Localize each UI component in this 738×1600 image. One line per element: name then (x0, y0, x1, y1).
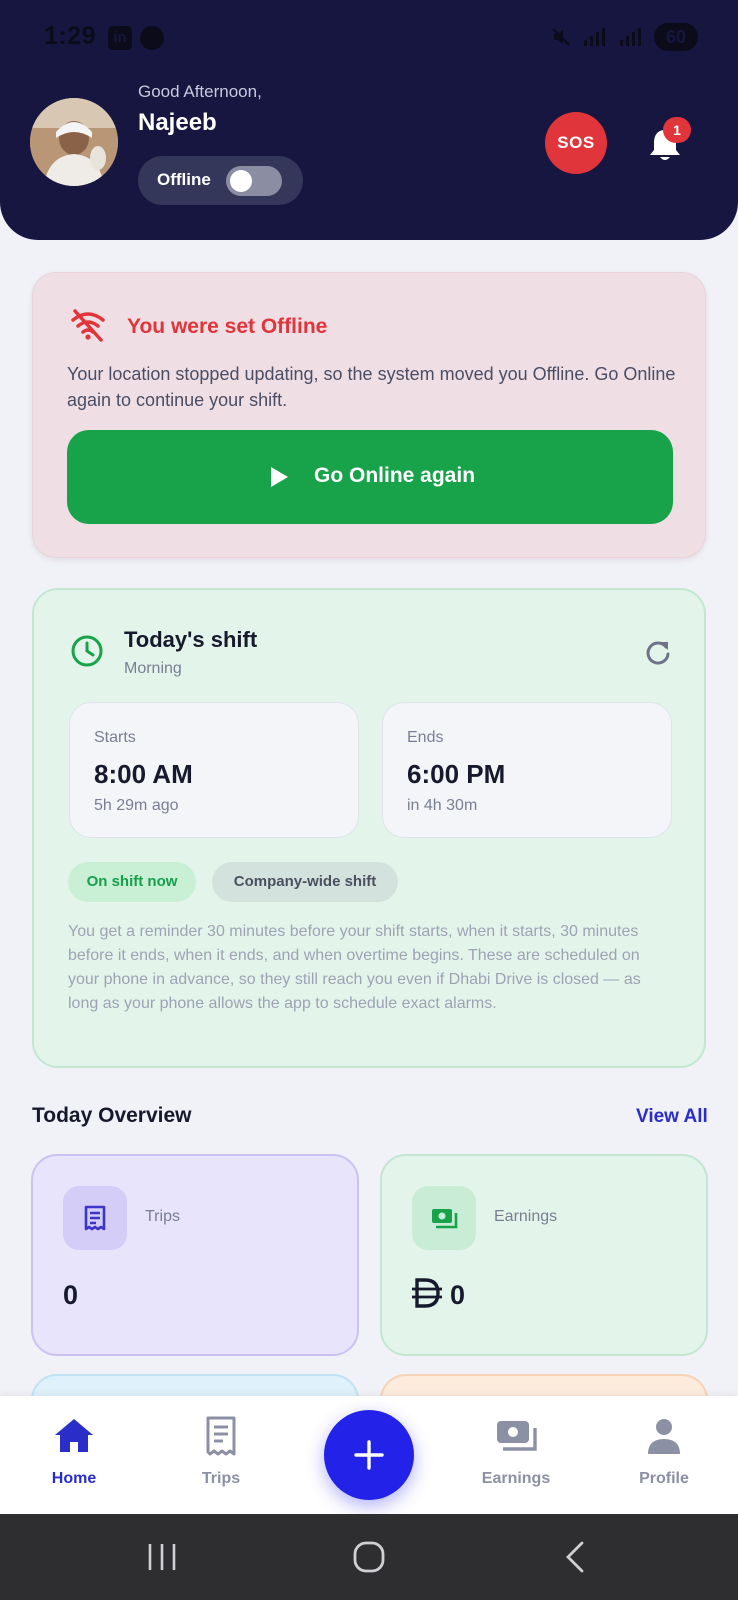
switch-knob (230, 170, 252, 192)
linkedin-icon: in (108, 26, 132, 50)
shift-end-time: 6:00 PM (407, 759, 506, 789)
nav-trips-label: Trips (201, 1470, 241, 1487)
home-icon (55, 1419, 93, 1452)
offline-alert-description: Your location stopped updating, so the s… (67, 364, 676, 410)
shift-end-relative: in 4h 30m (407, 797, 478, 814)
nav-trips[interactable]: Trips (161, 1414, 281, 1494)
clock-icon (71, 635, 103, 667)
greeting-text: Good Afternoon, (138, 82, 262, 101)
cash-icon (412, 1186, 476, 1250)
status-bar: 1:29 in 60 (0, 18, 738, 54)
shift-start-relative: 5h 29m ago (94, 797, 179, 814)
wifi-off-icon (71, 309, 105, 342)
user-icon (648, 1419, 680, 1454)
avatar[interactable] (30, 98, 118, 186)
plus-icon (354, 1440, 384, 1470)
sos-button[interactable]: SOS (545, 112, 607, 174)
play-icon (271, 467, 288, 487)
shift-start-label: Starts (94, 729, 136, 746)
availability-label: Offline (157, 170, 211, 189)
nav-home[interactable]: Home (14, 1414, 134, 1494)
nav-home-label: Home (51, 1470, 97, 1487)
go-online-label: Go Online again (314, 464, 476, 487)
overview-title: Today Overview (32, 1104, 192, 1127)
home-nav-icon[interactable] (352, 1540, 386, 1574)
shift-reminder-note: You get a reminder 30 minutes before you… (68, 923, 641, 1012)
shift-start-box: Starts 8:00 AM 5h 29m ago (69, 702, 359, 838)
trips-label: Trips (145, 1208, 180, 1225)
status-time: 1:29 (44, 22, 97, 50)
company-wide-badge: Company-wide shift (212, 862, 398, 902)
shift-period: Morning (124, 660, 182, 677)
signal-icon-2 (620, 28, 641, 46)
battery-level: 60 (654, 23, 698, 51)
shift-end-box: Ends 6:00 PM in 4h 30m (382, 702, 672, 838)
signal-icon (584, 28, 605, 46)
nav-profile[interactable]: Profile (604, 1414, 724, 1494)
dirham-currency-icon (412, 1278, 442, 1308)
avatar-photo (30, 98, 118, 186)
offline-alert-card: You were set Offline Your location stopp… (32, 272, 706, 558)
back-icon[interactable] (562, 1540, 588, 1574)
on-shift-badge: On shift now (68, 862, 196, 902)
nav-profile-label: Profile (639, 1470, 689, 1487)
user-name: Najeeb (138, 109, 217, 136)
app-header: 1:29 in 60 Good Afternoon, Najeeb Offlin… (0, 0, 738, 240)
whatsapp-icon (140, 26, 164, 50)
refresh-icon[interactable] (644, 638, 672, 666)
earnings-label: Earnings (494, 1208, 558, 1225)
availability-toggle-pill[interactable]: Offline (138, 156, 303, 205)
notification-badge: 1 (663, 117, 691, 143)
shift-start-time: 8:00 AM (94, 759, 193, 789)
status-icons: 60 (550, 22, 698, 52)
offline-alert-title: You were set Offline (127, 315, 328, 338)
shift-end-label: Ends (407, 729, 444, 746)
receipt-icon (63, 1186, 127, 1250)
today-shift-card: Today's shift Morning Starts 8:00 AM 5h … (32, 588, 706, 1068)
view-all-link[interactable]: View All (636, 1106, 708, 1128)
trips-stat-card[interactable]: Trips 0 (31, 1154, 359, 1356)
earnings-value: 0 (450, 1280, 466, 1310)
receipt-icon (206, 1416, 236, 1456)
trips-value: 0 (63, 1280, 79, 1310)
go-online-button[interactable]: Go Online again (67, 430, 673, 524)
shift-title: Today's shift (124, 627, 258, 652)
recent-apps-icon[interactable] (146, 1542, 178, 1572)
mute-icon (552, 28, 570, 46)
earnings-stat-card[interactable]: Earnings 0 (380, 1154, 708, 1356)
cash-icon (497, 1421, 537, 1451)
nav-earnings-label: Earnings (481, 1470, 551, 1487)
system-nav-bar (0, 1514, 738, 1600)
nav-earnings[interactable]: Earnings (456, 1414, 576, 1494)
add-button[interactable] (324, 1410, 414, 1500)
availability-switch[interactable] (226, 166, 282, 196)
